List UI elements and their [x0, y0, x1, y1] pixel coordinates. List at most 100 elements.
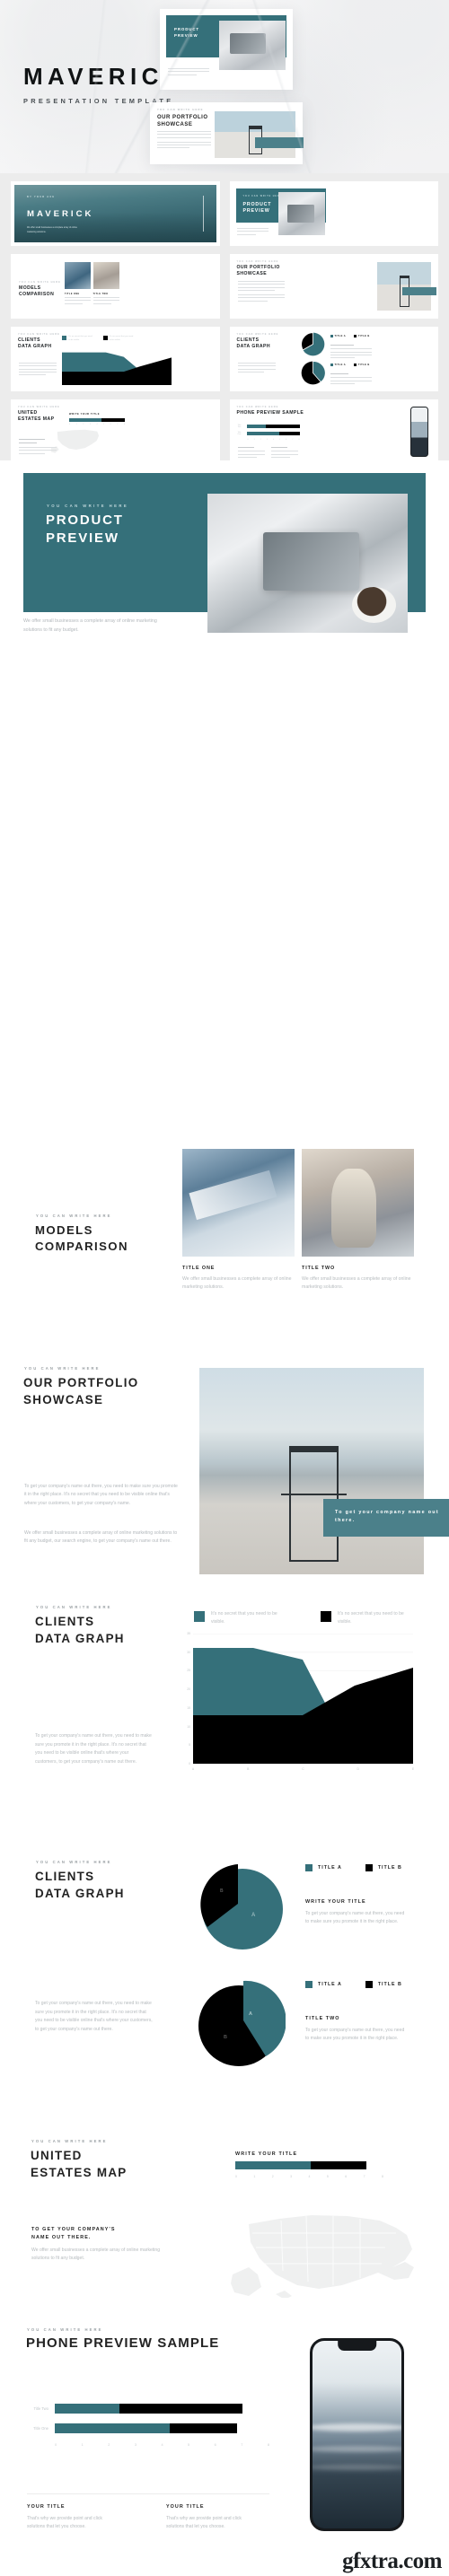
card-title: YOUR TITLE — [166, 2504, 205, 2510]
thumbnail-area-chart[interactable]: YOU CAN WRITE HERE CLIENTS DATA GRAPH It'… — [11, 327, 220, 391]
svg-text:A: A — [249, 2011, 252, 2017]
thumb-body-lines — [237, 281, 285, 303]
card-body: We offer small businesses a complete arr… — [302, 1276, 411, 1291]
bar-segment-black — [119, 2404, 243, 2414]
legend-swatch-black — [354, 335, 357, 337]
slide-united-estates-map: YOU CAN WRITE HERE UNITED ESTATES MAP WRI… — [0, 2073, 449, 2300]
info-card: YOUR TITLE That's why we provide point a… — [27, 2504, 121, 2532]
section-paragraph-2: We offer small businesses a complete arr… — [24, 1530, 178, 1545]
us-map-icon — [231, 2215, 414, 2300]
thumb-caption-lines — [237, 447, 298, 460]
thumbnail-models-comparison[interactable]: YOU CAN WRITE HERE MODELS COMPARISON TITL… — [11, 254, 220, 319]
slide-models-comparison: YOU CAN WRITE HERE MODELS COMPARISON TITL… — [0, 1140, 449, 1310]
bar-row-title-two: Title Two — [27, 2404, 269, 2414]
comparison-captions: TITLE ONE TITLE TWO — [65, 293, 119, 306]
y-tick: 30 — [187, 1650, 190, 1654]
lifeguard-chair-shape — [248, 125, 263, 154]
thumbnail-portfolio-showcase[interactable]: YOU CAN WRITE HERE OUR PORTFOLIO SHOWCASE — [229, 254, 438, 319]
divider — [27, 2493, 269, 2494]
legend-swatch-teal — [305, 1864, 313, 1871]
thumb-badge — [402, 287, 436, 296]
legend-label: TITLE A — [334, 364, 347, 366]
pie-chart-1: A B — [196, 1862, 286, 1952]
thumbnail-phone-preview[interactable]: YOU CAN WRITE HERE PHONE PREVIEW SAMPLE … — [229, 399, 438, 464]
bar-track — [55, 2404, 269, 2414]
thumb-body: We offer small businesses a complete arr… — [27, 226, 77, 233]
thumb-pie-1 — [300, 332, 324, 356]
card-title: TITLE TWO — [302, 1266, 336, 1271]
section-title: CLIENTS DATA GRAPH — [35, 1870, 125, 1900]
comparison-card: TITLE TWO We offer small businesses a co… — [302, 1266, 414, 1292]
x-tick: 2 — [108, 2443, 110, 2447]
thumbnail-us-map[interactable]: YOU CAN WRITE HERE UNITED ESTATES MAP WRI… — [11, 399, 220, 464]
card-body: That's why we provide point and click so… — [27, 2516, 102, 2530]
svg-text:A: A — [251, 1913, 256, 1918]
pie-chart-2-svg: A B — [198, 1980, 286, 2066]
legend-label: TITLE B — [377, 1982, 402, 1987]
legend-label: TITLE B — [377, 1865, 402, 1871]
legend-label: TITLE A — [318, 1982, 342, 1987]
bar-segment-teal — [247, 425, 266, 428]
section-title: MODELS COMPARISON — [35, 1223, 128, 1254]
thumbnail-cover[interactable]: BY YOUR AXE MAVERICK We offer small busi… — [11, 181, 220, 246]
slide-phone-preview: YOU CAN WRITE HERE PHONE PREVIEW SAMPLE … — [0, 2298, 449, 2576]
thumb-bars: Title Two Title One 012345678 — [238, 425, 301, 441]
x-tick: 0 — [235, 2175, 237, 2178]
bar-segment-teal — [69, 418, 101, 422]
bar-track — [55, 2423, 269, 2433]
card-eyebrow: YOU CAN WRITE HERE — [157, 109, 204, 111]
legend-swatch-black — [102, 336, 108, 340]
section-title: PRODUCT PREVIEW — [46, 513, 124, 546]
x-tick: 3 — [290, 2175, 293, 2178]
x-tick: 1 — [253, 2175, 256, 2178]
thumb-heading-block: YOU CAN WRITE HERE MODELS COMPARISON — [19, 281, 62, 298]
tablet-photo — [207, 494, 408, 633]
section-paragraph-1: To get your company's name out there, yo… — [24, 1484, 178, 1506]
bar-row: Title One — [238, 432, 301, 435]
section-title: CLIENTS DATA GRAPH — [35, 1615, 125, 1645]
section-body: To get your company's name out there, yo… — [35, 2001, 153, 2032]
thumb-body-lines — [236, 228, 269, 237]
pie-legend-2: TITLE A TITLE B — [305, 1981, 402, 1988]
bar-ticks: 0 1 2 3 4 5 6 7 8 — [235, 2175, 383, 2178]
bar-segment-black — [170, 2423, 238, 2433]
pie-chart-1-svg: A B — [200, 1864, 283, 1950]
section-subtitle: TO GET YOUR COMPANY'S NAME OUT THERE. — [31, 2227, 116, 2241]
thumbnail-pie-chart[interactable]: YOU CAN WRITE HERE CLIENTS DATA GRAPH TIT… — [229, 327, 438, 391]
legend-label: It's no secret that you need to be visib… — [338, 1611, 404, 1625]
x-tick: 6 — [214, 2443, 216, 2447]
floating-card-product-preview[interactable]: PRODUCT PREVIEW — [160, 9, 293, 90]
tablet-photo — [277, 192, 325, 235]
phone-mockup — [310, 2338, 404, 2531]
section-eyebrow: YOU CAN WRITE HERE — [47, 504, 129, 508]
card-title: YOUR TITLE — [27, 2504, 66, 2510]
section-eyebrow: YOU CAN WRITE HERE — [24, 1366, 101, 1371]
legend-swatch-teal — [305, 1981, 313, 1988]
thumbnail-product-preview[interactable]: YOU CAN WRITE HERE PRODUCT PREVIEW — [229, 181, 438, 246]
x-tick: E — [411, 1767, 415, 1771]
coffee-cup-shape — [351, 586, 396, 624]
legend-label: It's no secret that you need to be visib… — [211, 1611, 277, 1625]
x-tick: 3 — [134, 2443, 136, 2447]
lifeguard-chair-photo — [199, 1368, 424, 1574]
thumb-title: PHONE PREVIEW SAMPLE — [236, 410, 304, 416]
chart-legend: It's no secret that you need to be visib… — [194, 1610, 404, 1626]
legend-swatch-black — [365, 1981, 373, 1988]
section-eyebrow: YOU CAN WRITE HERE — [27, 2327, 103, 2332]
placeholder-text-lines — [157, 131, 211, 151]
legend-label: TITLE B — [358, 364, 370, 366]
section-title: OUR PORTFOLIO SHOWCASE — [23, 1376, 139, 1406]
phone-screen — [313, 2341, 401, 2528]
section-body: We offer small businesses a complete arr… — [31, 2247, 161, 2262]
product-preview-label: PRODUCT PREVIEW — [174, 27, 200, 38]
bar-segment-teal — [235, 2161, 312, 2169]
x-tick: B — [247, 1767, 250, 1771]
section-title: UNITED ESTATES MAP — [31, 2149, 128, 2179]
photographer-photo — [302, 1149, 414, 1257]
card-title: OUR PORTFOLIO SHOWCASE — [157, 115, 208, 128]
area-chart-svg — [193, 1634, 413, 1764]
y-tick: 25 — [187, 1669, 190, 1673]
floating-card-portfolio-showcase[interactable]: YOU CAN WRITE HERE OUR PORTFOLIO SHOWCASE — [150, 102, 304, 164]
legend-label: TITLE B — [358, 335, 370, 337]
thumb-pie-2 — [301, 361, 325, 385]
